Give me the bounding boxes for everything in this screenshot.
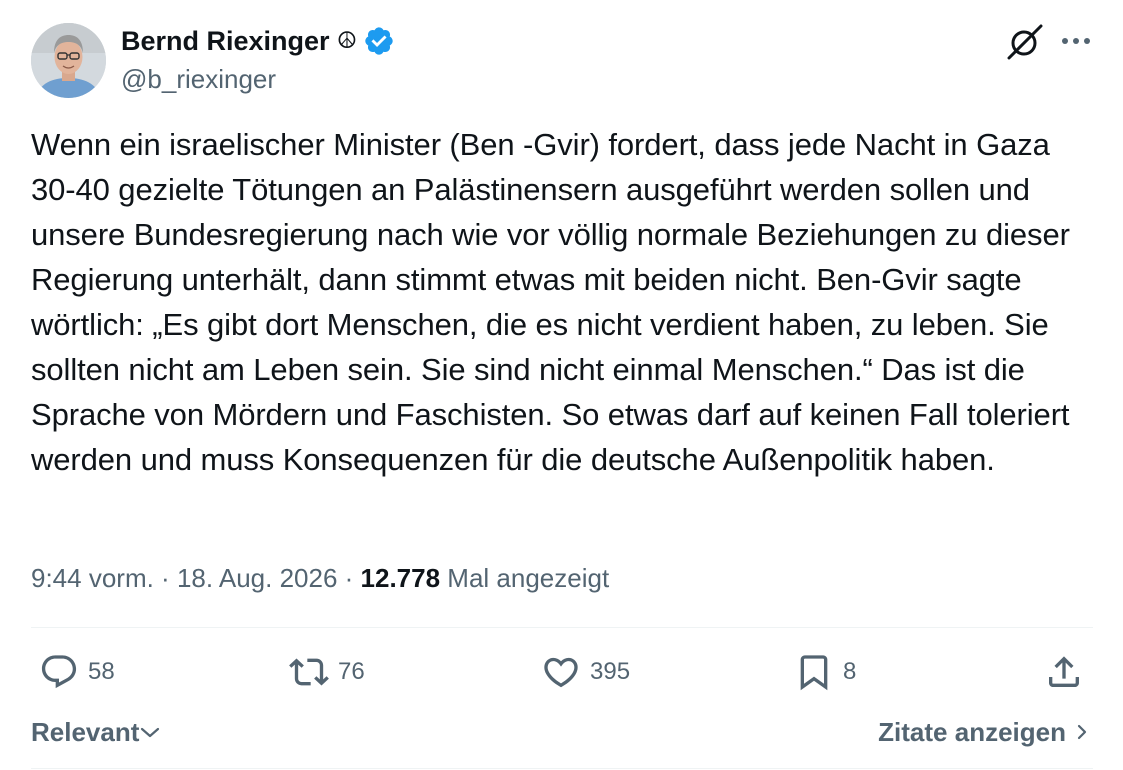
meta-separator: · [153,563,177,593]
verified-badge-icon[interactable] [363,25,395,57]
chevron-down-icon [141,727,160,738]
tweet-date[interactable]: 18. Aug. 2026 [177,563,337,593]
retweet-icon [289,658,329,686]
views-label: Mal angezeigt [447,563,610,593]
reply-button[interactable]: 58 [39,650,115,694]
like-icon [544,657,578,688]
retweet-button[interactable]: 76 [289,650,365,694]
tweet-text: Wenn ein israelischer Minister (Ben -Gvi… [31,127,1070,477]
author-display-name[interactable]: Bernd Riexinger [121,22,330,60]
grok-icon[interactable] [1005,22,1045,62]
divider [31,768,1093,769]
author-name-row[interactable]: Bernd Riexinger ☮ [121,22,395,60]
views-count: 12.778 [360,563,441,593]
avatar[interactable] [31,23,106,98]
quotes-label: Zitate anzeigen [878,717,1066,747]
author-handle[interactable]: @b_riexinger [121,62,276,96]
more-icon[interactable] [1056,26,1096,56]
chevron-right-icon [1077,724,1087,740]
retweet-count: 76 [338,658,365,685]
sort-dropdown[interactable]: Relevant [31,713,161,751]
sort-label: Relevant [31,717,140,747]
like-button[interactable]: 395 [541,650,630,694]
view-quotes-link[interactable]: Zitate anzeigen [878,713,1092,751]
share-button[interactable] [1044,650,1084,694]
like-count: 395 [590,658,631,685]
reply-count: 58 [88,658,115,685]
bookmark-icon [800,655,828,691]
peace-symbol-emoji: ☮ [336,28,358,54]
bookmark-count: 8 [843,658,857,685]
meta-separator: · [337,563,361,593]
reply-icon [41,655,77,689]
share-icon [1049,656,1079,687]
tweet-time[interactable]: 9:44 vorm. [31,563,154,593]
bookmark-button[interactable]: 8 [794,650,856,694]
divider [31,627,1093,628]
tweet: Bernd Riexinger ☮ @b_riexinger Wenn ein … [0,0,1123,770]
tweet-meta: 9:44 vorm. · 18. Aug. 2026 · 12.778 Mal … [31,558,609,598]
avatar-image [31,23,106,98]
